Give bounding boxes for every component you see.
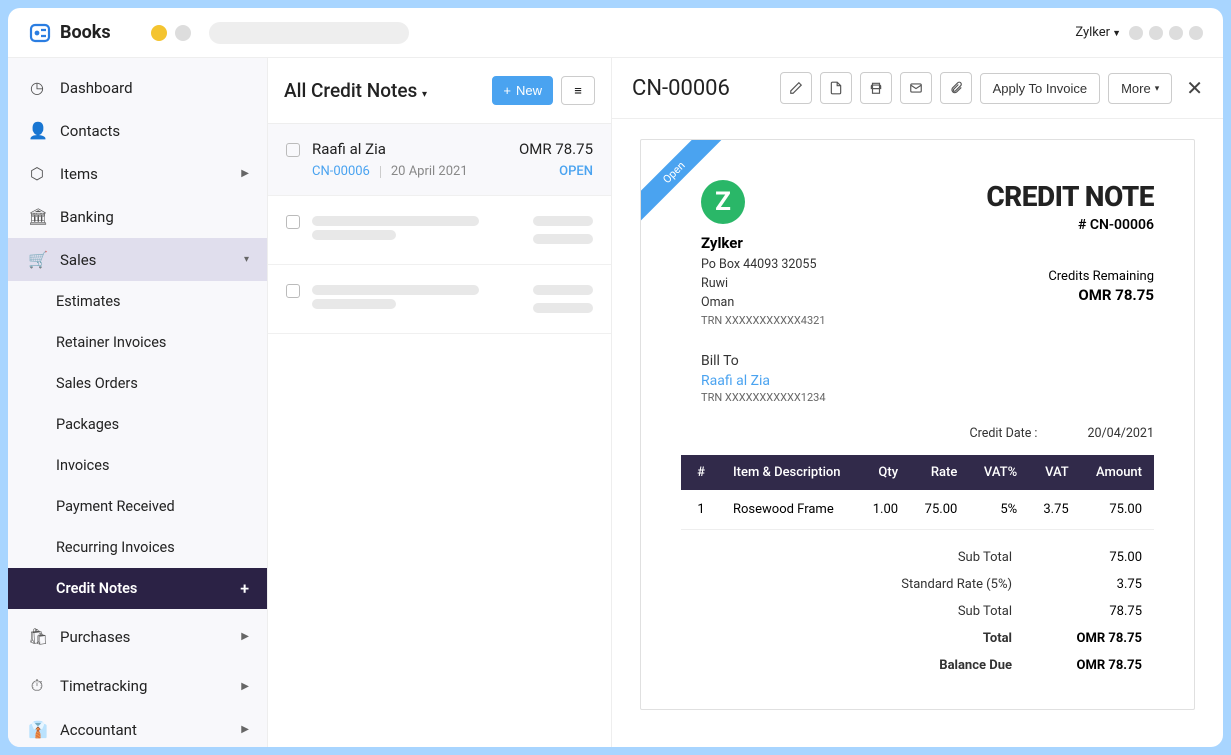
close-button[interactable]: ✕ [1186, 76, 1203, 100]
nav-retainer-invoices[interactable]: Retainer Invoices [8, 322, 267, 363]
nav-recurring-invoices[interactable]: Recurring Invoices [8, 527, 267, 568]
sales-icon: 🛒 [28, 250, 46, 269]
credit-note-date: 20 April 2021 [391, 164, 468, 179]
pencil-icon [789, 81, 803, 95]
app-name: Books [60, 22, 111, 43]
sidebar: ◷Dashboard 👤Contacts ⬡Items▶ 🏛Banking 🛒S… [8, 58, 268, 747]
chevron-right-icon: ▶ [241, 681, 249, 692]
nav-payment-received[interactable]: Payment Received [8, 486, 267, 527]
checkbox[interactable] [286, 143, 300, 157]
hamburger-icon: ≡ [574, 83, 582, 98]
nav-banking[interactable]: 🏛Banking [8, 195, 267, 238]
document-number: # CN-00006 [986, 217, 1154, 233]
chevron-right-icon: ▶ [241, 631, 249, 642]
attach-button[interactable] [940, 72, 972, 104]
document-type: CREDIT NOTE [986, 180, 1154, 213]
bill-to-trn: TRN XXXXXXXXXXX1234 [701, 391, 1154, 404]
list-item-skeleton [268, 265, 611, 334]
paperclip-icon [949, 81, 963, 95]
credit-note-document: Open Z Zylker Po Box 44093 32055 Ruwi Om… [640, 139, 1195, 710]
topbar: Books Zylker▼ [8, 8, 1223, 58]
bill-to-label: Bill To [701, 353, 1154, 369]
nav-packages[interactable]: Packages [8, 404, 267, 445]
status-badge: OPEN [559, 164, 593, 179]
credit-note-number: CN-00006 [312, 164, 370, 179]
list-item[interactable]: Raafi al Zia OMR 78.75 CN-00006 20 April … [268, 124, 611, 196]
app-logo[interactable]: Books [28, 21, 111, 45]
banking-icon: 🏛 [28, 207, 46, 226]
search-pill[interactable] [209, 22, 409, 44]
books-icon [28, 21, 52, 45]
topbar-icons [1129, 26, 1203, 40]
nav-dashboard[interactable]: ◷Dashboard [8, 66, 267, 109]
chevron-right-icon: ▶ [241, 724, 249, 735]
accountant-icon: 👔 [28, 720, 46, 739]
email-button[interactable] [900, 72, 932, 104]
credit-date-label: Credit Date : [969, 426, 1037, 441]
amount: OMR 78.75 [519, 140, 593, 158]
checkbox[interactable] [286, 284, 300, 298]
nav-credit-notes[interactable]: Credit Notes+ [8, 568, 267, 609]
detail-pane: CN-00006 Apply To Invoice More ▾ ✕ Open [612, 58, 1223, 747]
totals-section: Sub Total75.00 Standard Rate (5%)3.75 Su… [681, 544, 1154, 679]
credits-remaining-value: OMR 78.75 [986, 286, 1154, 304]
nav-timetracking[interactable]: ⏱Timetracking▶ [8, 664, 267, 708]
list-title[interactable]: All Credit Notes ▾ [284, 79, 427, 102]
nav-sales-orders[interactable]: Sales Orders [8, 363, 267, 404]
company-name: Zylker [701, 234, 826, 252]
edit-button[interactable] [780, 72, 812, 104]
nav-sales[interactable]: 🛒Sales▾ [8, 238, 267, 281]
credits-remaining-label: Credits Remaining [1048, 269, 1154, 284]
company-address: Po Box 44093 32055 Ruwi Oman [701, 256, 826, 312]
nav-purchases[interactable]: 🛍Purchases▶ [8, 615, 267, 658]
plus-icon: + [503, 83, 511, 98]
customer-name: Raafi al Zia [312, 140, 386, 158]
status-ribbon: Open [641, 140, 731, 230]
new-button[interactable]: +New [492, 76, 553, 105]
time-icon: ⏱ [28, 676, 46, 696]
mail-icon [909, 81, 923, 95]
org-switcher[interactable]: Zylker▼ [1075, 25, 1121, 40]
bill-to-name[interactable]: Raafi al Zia [701, 373, 1154, 389]
detail-title: CN-00006 [632, 76, 730, 101]
list-pane: All Credit Notes ▾ +New ≡ Raafi al Zia OM… [268, 58, 612, 747]
credit-date-value: 20/04/2021 [1087, 426, 1154, 441]
dashboard-icon: ◷ [28, 78, 46, 97]
nav-estimates[interactable]: Estimates [8, 281, 267, 322]
nav-contacts[interactable]: 👤Contacts [8, 109, 267, 152]
apply-to-invoice-button[interactable]: Apply To Invoice [980, 73, 1100, 104]
nav-accountant[interactable]: 👔Accountant▶ [8, 708, 267, 747]
add-icon[interactable]: + [240, 579, 249, 598]
purchases-icon: 🛍 [28, 627, 46, 646]
line-items-table: # Item & Description Qty Rate VAT% VAT A… [681, 455, 1154, 530]
pdf-button[interactable] [820, 72, 852, 104]
checkbox[interactable] [286, 215, 300, 229]
company-trn: TRN XXXXXXXXXXX4321 [701, 314, 826, 327]
nav-invoices[interactable]: Invoices [8, 445, 267, 486]
file-icon [829, 81, 843, 95]
menu-button[interactable]: ≡ [561, 76, 595, 105]
list-item-skeleton [268, 196, 611, 265]
print-button[interactable] [860, 72, 892, 104]
chevron-down-icon: ▾ [244, 254, 249, 265]
printer-icon [869, 81, 883, 95]
more-button[interactable]: More ▾ [1108, 73, 1172, 104]
nav-items[interactable]: ⬡Items▶ [8, 152, 267, 195]
contacts-icon: 👤 [28, 121, 46, 140]
chevron-right-icon: ▶ [241, 168, 249, 179]
table-row: 1 Rosewood Frame 1.00 75.00 5% 3.75 75.0… [681, 490, 1154, 530]
items-icon: ⬡ [28, 164, 46, 183]
window-dots [151, 22, 409, 44]
